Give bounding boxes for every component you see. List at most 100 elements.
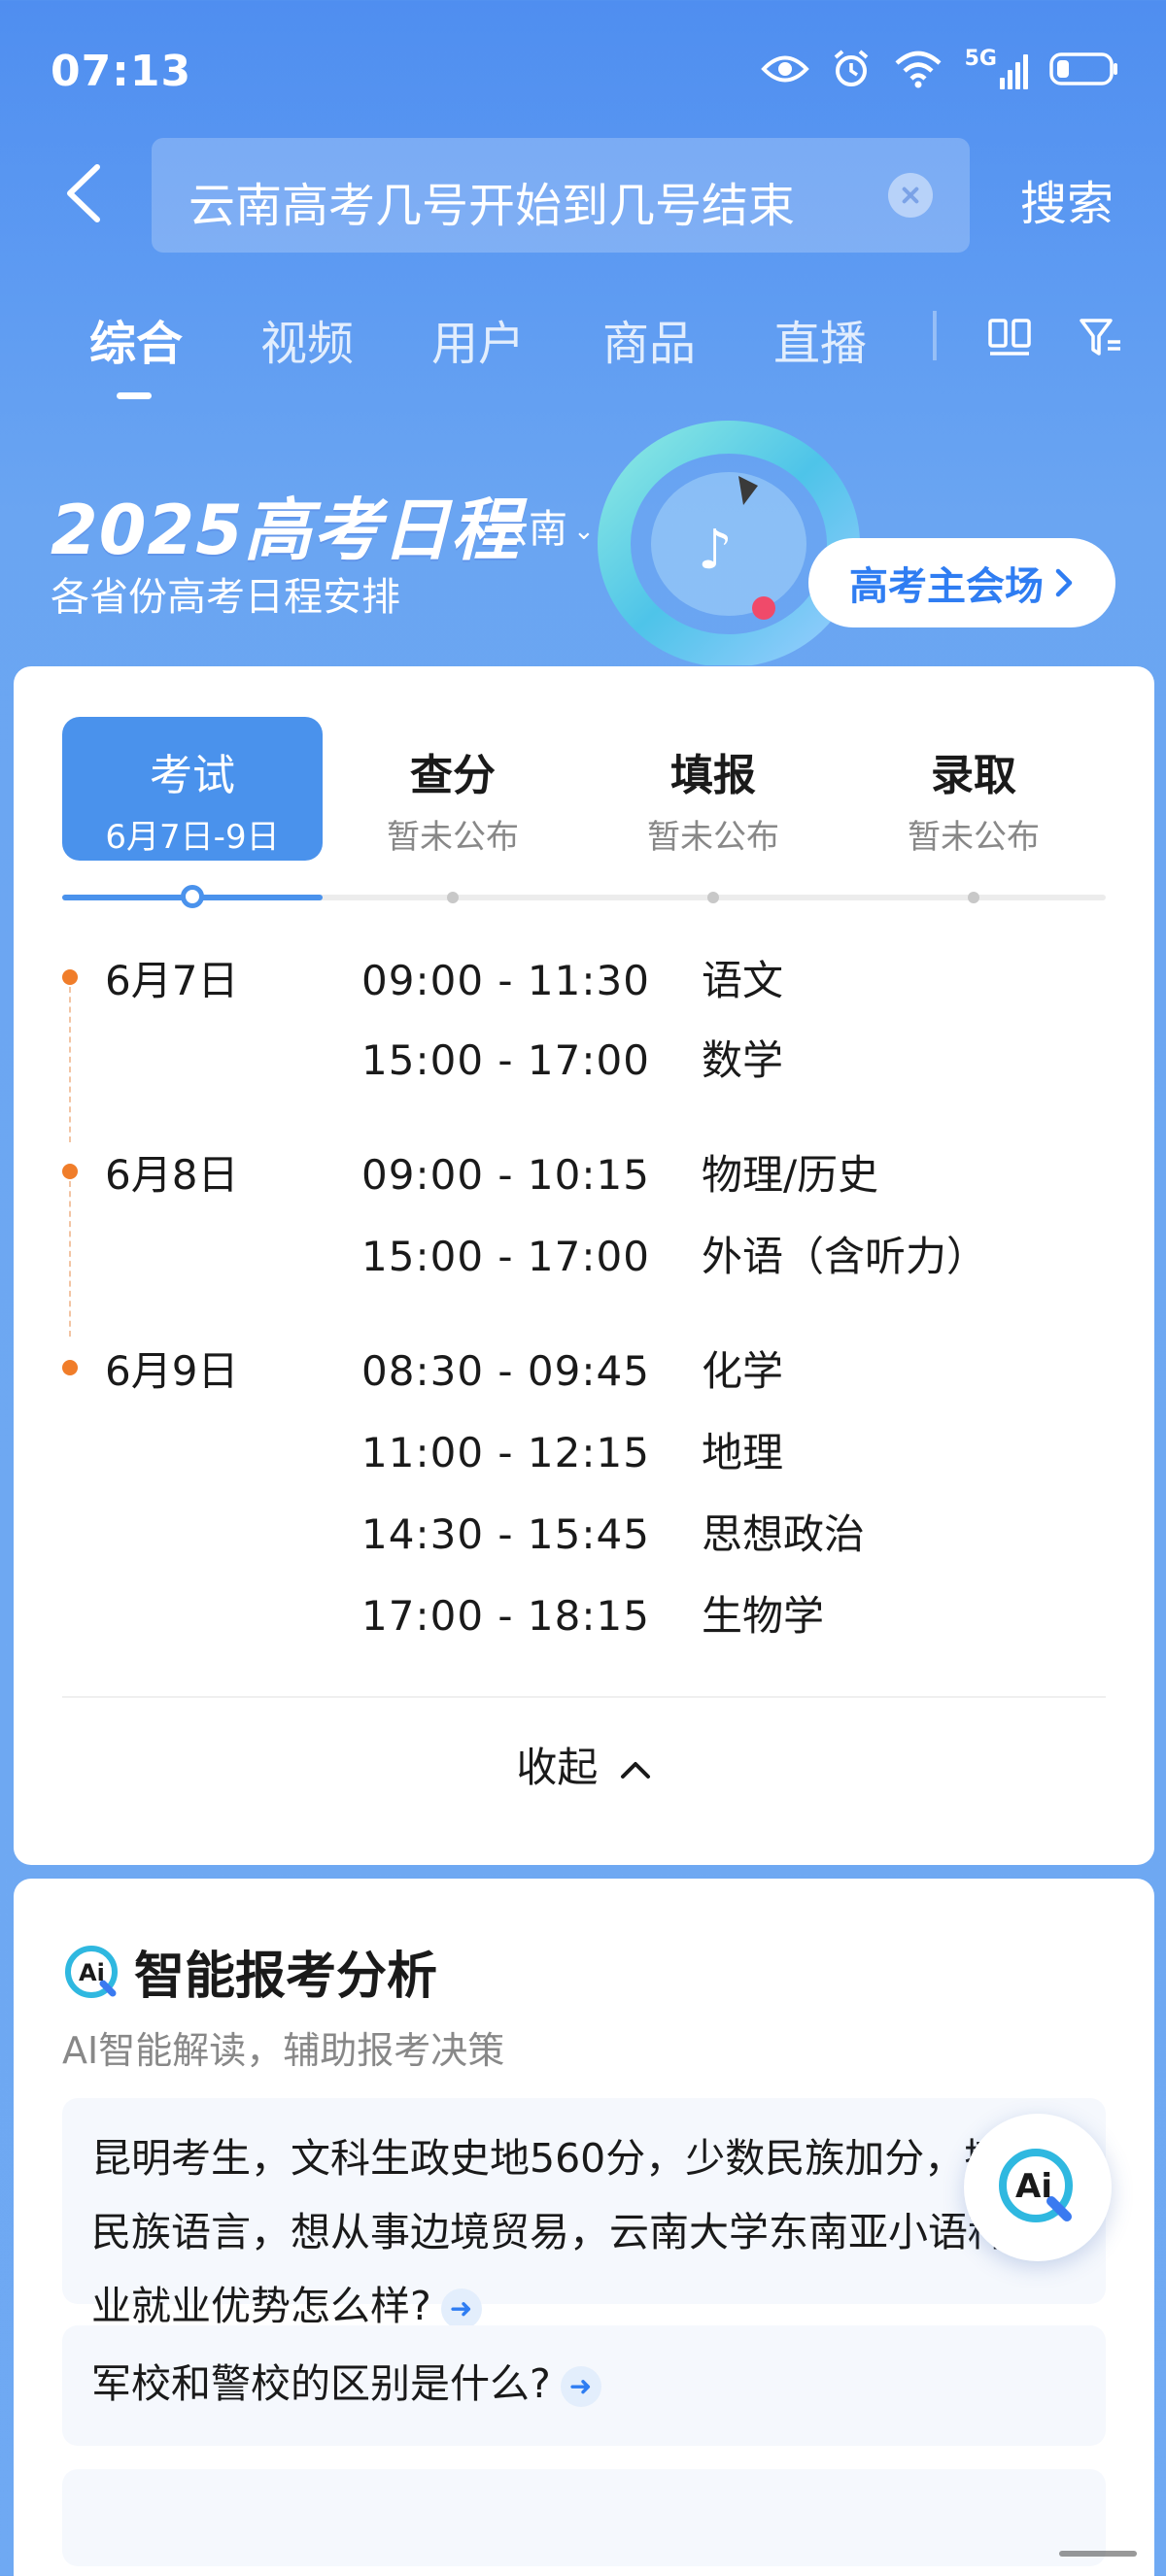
ai-question-item[interactable]: 军校和警校的区别是什么? xyxy=(62,2325,1106,2446)
chevron-right-icon xyxy=(1055,568,1073,597)
collapse-label: 收起 xyxy=(516,1744,599,1791)
ai-logo-icon: Ai xyxy=(65,1945,118,1998)
timeline-day: 6月8日 09:00 - 10:15 物理/历史 15:00 - 17:00 外语（… xyxy=(62,1142,1106,1337)
stage-tab-exam[interactable]: 考试 6月7日-9日 xyxy=(62,717,323,861)
ai-section-title: 智能报考分析 xyxy=(134,1948,438,2006)
schedule-slot: 14:30 - 15:45 思想政治 xyxy=(361,1502,865,1560)
slot-time: 15:00 - 17:00 xyxy=(361,1233,650,1280)
slot-subject: 外语（含听力） xyxy=(702,1233,988,1280)
stage-name: 填报 xyxy=(670,751,756,800)
back-arrow-icon[interactable] xyxy=(56,159,115,227)
active-tab-indicator xyxy=(117,392,152,399)
slot-subject: 化学 xyxy=(702,1347,784,1395)
tab-video[interactable]: 视频 xyxy=(260,305,354,373)
network-type: 5G xyxy=(964,47,997,71)
slot-subject: 生物学 xyxy=(702,1592,825,1640)
slot-subject: 语文 xyxy=(702,957,784,1004)
ai-question-text: 军校和警校的区别是什么? xyxy=(91,2360,551,2407)
eye-icon xyxy=(760,55,809,83)
timeline-day: 6月9日 08:30 - 09:45 化学 11:00 - 12:15 地理 14:… xyxy=(62,1339,1106,1669)
stage-name: 考试 xyxy=(150,751,235,800)
progress-dot xyxy=(968,892,979,903)
stage-tab-application[interactable]: 填报 暂未公布 xyxy=(583,717,843,861)
clear-search-icon[interactable] xyxy=(888,173,933,218)
filter-icon[interactable] xyxy=(1079,317,1123,359)
svg-text:Ai: Ai xyxy=(79,1959,105,1986)
stage-date: 6月7日-9日 xyxy=(105,818,280,857)
ai-section-subtitle: AI智能解读，辅助报考决策 xyxy=(62,2029,505,2072)
schedule-slot: 17:00 - 18:15 生物学 xyxy=(361,1583,824,1642)
arrow-right-icon xyxy=(440,2288,482,2329)
tab-products[interactable]: 商品 xyxy=(602,305,696,373)
stage-tab-admission[interactable]: 录取 暂未公布 xyxy=(843,717,1104,861)
main-venue-label: 高考主会场 xyxy=(849,564,1044,609)
tab-comprehensive[interactable]: 综合 xyxy=(89,305,183,373)
ai-assistant-button[interactable]: Ai xyxy=(964,2114,1112,2261)
tab-users[interactable]: 用户 xyxy=(431,305,525,373)
arrow-right-icon xyxy=(560,2366,601,2407)
timeline-dot xyxy=(62,969,78,985)
schedule-slot: 09:00 - 10:15 物理/历史 xyxy=(361,1142,878,1201)
timeline-day: 6月7日 09:00 - 11:30 语文 15:00 - 17:00 数学 xyxy=(62,948,1106,1142)
day-date: 6月9日 xyxy=(105,1347,239,1395)
slot-time: 09:00 - 10:15 xyxy=(361,1151,650,1199)
alarm-icon xyxy=(834,50,868,86)
status-bar: 07:13 5G xyxy=(0,0,1166,146)
progress-knob xyxy=(181,885,204,908)
schedule-slot: 15:00 - 17:00 外语（含听力） xyxy=(361,1224,987,1282)
day-date: 6月8日 xyxy=(105,1151,239,1199)
banner-subtitle: 各省份高考日程安排 xyxy=(51,575,400,620)
slot-subject: 地理 xyxy=(702,1429,784,1476)
status-time: 07:13 xyxy=(51,47,192,96)
slot-time: 15:00 - 17:00 xyxy=(361,1036,650,1084)
category-tabs: 综合 视频 用户 商品 直播 ▏ xyxy=(0,291,1166,408)
region-selector[interactable]: 云南 ⌄ xyxy=(490,497,595,554)
slot-time: 17:00 - 18:15 xyxy=(361,1592,650,1640)
collapse-button[interactable]: 收起 xyxy=(14,1735,1154,1794)
divider xyxy=(62,1696,1106,1698)
ai-assistant-icon: Ai xyxy=(999,2149,1073,2222)
status-icons: 5G xyxy=(760,49,1119,89)
stage-date: 暂未公布 xyxy=(387,818,519,857)
schedule-slot: 15:00 - 17:00 数学 xyxy=(361,1028,783,1086)
schedule-card: 考试 6月7日-9日 查分 暂未公布 填报 暂未公布 录取 暂未公布 6月7日 xyxy=(14,666,1154,1865)
timeline-connector xyxy=(69,1181,71,1337)
svg-text:♪: ♪ xyxy=(698,519,733,582)
slot-subject: 思想政治 xyxy=(702,1510,866,1558)
slot-subject: 数学 xyxy=(702,1036,784,1084)
double-column-icon[interactable] xyxy=(987,317,1032,359)
gaokao-banner: ♪ 2025高考日程 云南 ⌄ 各省份高考日程安排 高考主会场 xyxy=(0,408,1166,665)
search-input[interactable]: 云南高考几号开始到几号结束 xyxy=(152,138,970,253)
slot-time: 14:30 - 15:45 xyxy=(361,1510,650,1558)
timeline-connector xyxy=(69,987,71,1142)
wifi-icon xyxy=(895,51,942,88)
stage-tab-score[interactable]: 查分 暂未公布 xyxy=(323,717,583,861)
stage-name: 查分 xyxy=(410,751,496,800)
schedule-slot: 08:30 - 09:45 化学 xyxy=(361,1339,783,1397)
svg-text:Ai: Ai xyxy=(1015,2167,1052,2206)
ai-question-text: 昆明考生，文科生政史地560分，少数民族加分，擅长民族语言，想从事边境贸易，云南… xyxy=(91,2135,1047,2329)
tab-live[interactable]: 直播 xyxy=(773,305,867,373)
search-query[interactable]: 云南高考几号开始到几号结束 xyxy=(189,167,795,235)
stage-name: 录取 xyxy=(931,751,1016,800)
tab-overflow-fade: ▏ xyxy=(933,311,962,360)
ai-question-item[interactable]: 昆明考生，文科生政史地560分，少数民族加分，擅长民族语言，想从事边境贸易，云南… xyxy=(62,2098,1106,2329)
timeline-dot xyxy=(62,1360,78,1375)
progress-dot xyxy=(447,892,459,903)
stage-date: 暂未公布 xyxy=(908,818,1040,857)
cellular-icon: 5G xyxy=(965,49,1028,89)
search-button[interactable]: 搜索 xyxy=(1020,165,1114,233)
slot-subject: 物理/历史 xyxy=(702,1151,879,1199)
home-indicator xyxy=(1059,2551,1137,2557)
timeline-dot xyxy=(62,1164,78,1179)
search-row: 云南高考几号开始到几号结束 搜索 xyxy=(0,138,1166,254)
slot-time: 09:00 - 11:30 xyxy=(361,957,650,1004)
banner-illustration: ♪ xyxy=(598,421,860,665)
schedule-slot: 09:00 - 11:30 语文 xyxy=(361,948,783,1006)
slot-time: 11:00 - 12:15 xyxy=(361,1429,650,1476)
main-venue-button[interactable]: 高考主会场 xyxy=(808,538,1115,627)
banner-title: 2025高考日程 xyxy=(51,491,520,570)
ai-question-item-partial[interactable] xyxy=(62,2469,1106,2566)
battery-icon xyxy=(1049,52,1117,85)
region-label: 云南 xyxy=(490,507,567,552)
